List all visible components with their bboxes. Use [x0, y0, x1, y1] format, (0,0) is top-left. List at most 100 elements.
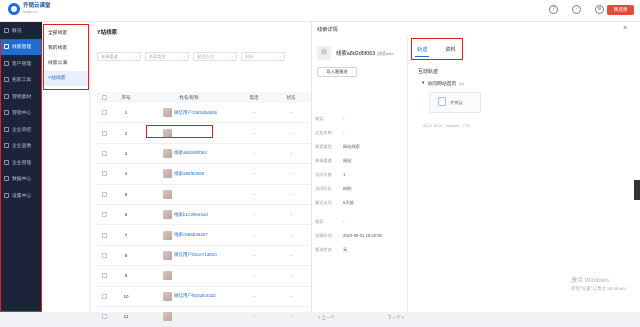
- subnav-all-leads[interactable]: 全部线索: [42, 26, 89, 41]
- table-row[interactable]: 8 微信用户02ce713810 - -: [97, 246, 311, 267]
- nav-item[interactable]: 拓客工具: [0, 72, 42, 89]
- timeline-card[interactable]: 齐销云: [429, 92, 481, 113]
- row-checkbox[interactable]: [101, 130, 107, 136]
- table-row[interactable]: 4 线索a85f52060 - -: [97, 164, 311, 185]
- row-checkbox[interactable]: [101, 273, 107, 279]
- table-row[interactable]: 1 微信用户3383d5d606 - -: [97, 103, 311, 124]
- nav-item[interactable]: 数据中心: [0, 171, 42, 188]
- close-icon[interactable]: ×: [623, 25, 627, 32]
- timeline-title: 访问网站首页: [427, 82, 457, 87]
- nav-item[interactable]: 企业画像: [0, 138, 42, 155]
- nav-item[interactable]: 客户管理: [0, 55, 42, 72]
- avatar: [163, 128, 172, 138]
- row-status: -: [290, 150, 292, 156]
- subnav-lead-pool[interactable]: 线索公海: [42, 56, 89, 71]
- subnav-my-leads[interactable]: 我的线索: [42, 41, 89, 56]
- panel-title: 线索详情: [317, 27, 338, 33]
- tab-profile[interactable]: 资料: [443, 43, 457, 57]
- lead-name-link[interactable]: 微信用户f92a2b43d2: [174, 293, 216, 299]
- filter-time[interactable]: 时间: [241, 52, 285, 61]
- table-row[interactable]: 9 - -: [97, 266, 311, 287]
- table-row[interactable]: 5 - -: [97, 185, 311, 205]
- field-label: 跟进状态: [315, 247, 332, 252]
- leads-icon: [4, 44, 9, 50]
- lead-name-link[interactable]: 线索b1c30ee4ed: [174, 212, 208, 218]
- lead-name-link[interactable]: 线索a85f52060: [174, 171, 204, 177]
- table-row[interactable]: 10 微信用户f92a2b43d2 - -: [97, 287, 311, 307]
- nav-item[interactable]: 营销中心: [0, 105, 42, 122]
- company-icon: [4, 159, 9, 165]
- table-row[interactable]: 7 线索c666b363e7 - -: [97, 225, 311, 246]
- col-name: 姓名/昵称: [179, 94, 199, 100]
- side-scroll-tab[interactable]: [634, 180, 640, 200]
- logo-icon: [8, 3, 20, 15]
- row-checkbox[interactable]: [101, 150, 107, 156]
- select-all-checkbox[interactable]: [101, 95, 107, 100]
- lead-name-link[interactable]: 线索c666b363e7: [174, 232, 208, 238]
- table-row[interactable]: 11 - -: [97, 307, 311, 327]
- settings-icon[interactable]: ⚙: [595, 5, 604, 14]
- nav-item[interactable]: 企业风控: [0, 121, 42, 138]
- watermark-line1: 激活 Windows: [571, 278, 610, 284]
- filter-method[interactable]: 留资方式: [193, 52, 237, 61]
- app-domain: tianjin.cn: [23, 10, 37, 14]
- import-button[interactable]: 导入客服池: [317, 67, 357, 77]
- nav-item-leads[interactable]: 线索管理: [0, 38, 42, 55]
- home-icon: [4, 27, 9, 33]
- col-phone: 电话: [249, 94, 259, 100]
- table-row[interactable]: 2 - -: [97, 123, 311, 144]
- row-status: -: [290, 110, 292, 116]
- tab-track[interactable]: 轨迹: [415, 43, 430, 57]
- nav-item[interactable]: 营销素材: [0, 88, 42, 105]
- nav-item[interactable]: 企业管理: [0, 154, 42, 171]
- avatar: [163, 169, 172, 179]
- filter-source[interactable]: 来源渠道: [97, 52, 141, 61]
- lead-name-link[interactable]: 微信用户3383d5d606: [174, 110, 217, 116]
- promo-badge[interactable]: 精选课: [607, 5, 634, 15]
- detail-panel: 线索详情 × 线 线索a8d2d5f063 (线索a8d... 导入客服池 电话…: [311, 22, 640, 320]
- field-value: 网站线索: [343, 144, 360, 149]
- row-checkbox[interactable]: [101, 191, 107, 197]
- detail-field: 企业名称 -: [315, 130, 407, 136]
- detail-field: 访问次数 1: [315, 172, 407, 178]
- lead-name-link[interactable]: 微信用户02ce713810: [174, 252, 217, 258]
- nav-label: 企业风控: [12, 127, 32, 133]
- chevron-down-icon: ▾: [422, 81, 425, 86]
- row-index: 8: [124, 252, 128, 258]
- nav-item[interactable]: 设置中心: [0, 187, 42, 204]
- field-value: -: [343, 219, 345, 224]
- data-icon: [4, 176, 9, 182]
- row-checkbox[interactable]: [101, 293, 107, 299]
- next-button[interactable]: 下一个 >: [387, 315, 404, 321]
- portrait-icon: [4, 143, 9, 149]
- prev-button[interactable]: < 上一个: [318, 315, 335, 321]
- detail-field: 访问时长 88秒: [315, 186, 407, 192]
- col-index: 序号: [121, 94, 131, 100]
- marketing-icon: [4, 110, 9, 116]
- row-phone: -: [253, 252, 255, 258]
- row-status: -: [290, 171, 292, 177]
- app-logo[interactable]: 齐销云课堂 tianjin.cn: [8, 3, 51, 15]
- row-checkbox[interactable]: [101, 232, 107, 238]
- row-checkbox[interactable]: [101, 110, 107, 116]
- risk-icon: [4, 126, 9, 132]
- field-label: 线索类型: [315, 144, 332, 149]
- lead-name-link[interactable]: 线索a8d2d5f063: [174, 150, 207, 156]
- filter-type[interactable]: 线索类型: [145, 52, 189, 61]
- field-label: 电话: [315, 116, 324, 121]
- help-icon[interactable]: ?: [549, 5, 558, 14]
- subnav-site-leads[interactable]: Y站线索: [42, 71, 89, 86]
- user-icon[interactable]: ·: [572, 5, 581, 14]
- table-row[interactable]: 6 线索b1c30ee4ed - -: [97, 205, 311, 226]
- field-value: 1: [343, 172, 346, 177]
- table-row[interactable]: 3 线索a8d2d5f063 - -: [97, 144, 311, 165]
- row-checkbox[interactable]: [101, 252, 107, 258]
- row-checkbox[interactable]: [101, 314, 107, 320]
- avatar: 线: [317, 46, 331, 60]
- row-checkbox[interactable]: [101, 171, 107, 177]
- row-index: 7: [124, 232, 128, 238]
- nav-item[interactable]: 概况: [0, 22, 42, 39]
- timeline-item[interactable]: ▾ 访问网站首页 (6): [422, 80, 464, 87]
- row-checkbox[interactable]: [101, 212, 107, 218]
- field-label: 访问次数: [315, 172, 332, 177]
